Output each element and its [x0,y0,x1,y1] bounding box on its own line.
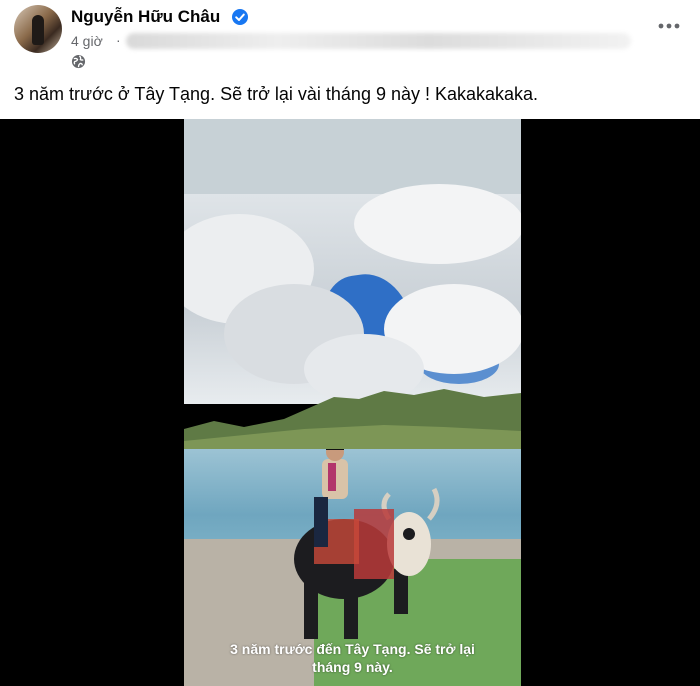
post-media[interactable]: 3 năm trước đến Tây Tạng. Sẽ trở lại thá… [0,119,700,686]
post-header: Nguyễn Hữu Châu 4 giờ · [0,0,700,80]
verified-badge-icon [232,9,248,25]
post-caption: 3 năm trước ở Tây Tạng. Sẽ trở lại vài t… [14,84,539,104]
subtitle-line-2: tháng 9 này. [312,659,393,675]
video-subtitle: 3 năm trước đến Tây Tạng. Sẽ trở lại thá… [184,640,521,676]
photo-mountains [184,389,521,459]
post-photo[interactable]: 3 năm trước đến Tây Tạng. Sẽ trở lại thá… [184,119,521,686]
post-timestamp[interactable]: 4 giờ [71,33,103,49]
photo-top-band [184,119,521,194]
author-name[interactable]: Nguyễn Hữu Châu [71,7,220,27]
more-options-icon[interactable] [656,15,682,37]
globe-icon[interactable] [71,54,86,69]
author-avatar[interactable] [14,5,62,53]
photo-yak-rider [294,449,440,639]
photo-sky [184,184,521,404]
blurred-location-text [126,33,631,49]
meta-separator: · [116,32,121,48]
subtitle-line-1: 3 năm trước đến Tây Tạng. Sẽ trở lại [230,641,475,657]
